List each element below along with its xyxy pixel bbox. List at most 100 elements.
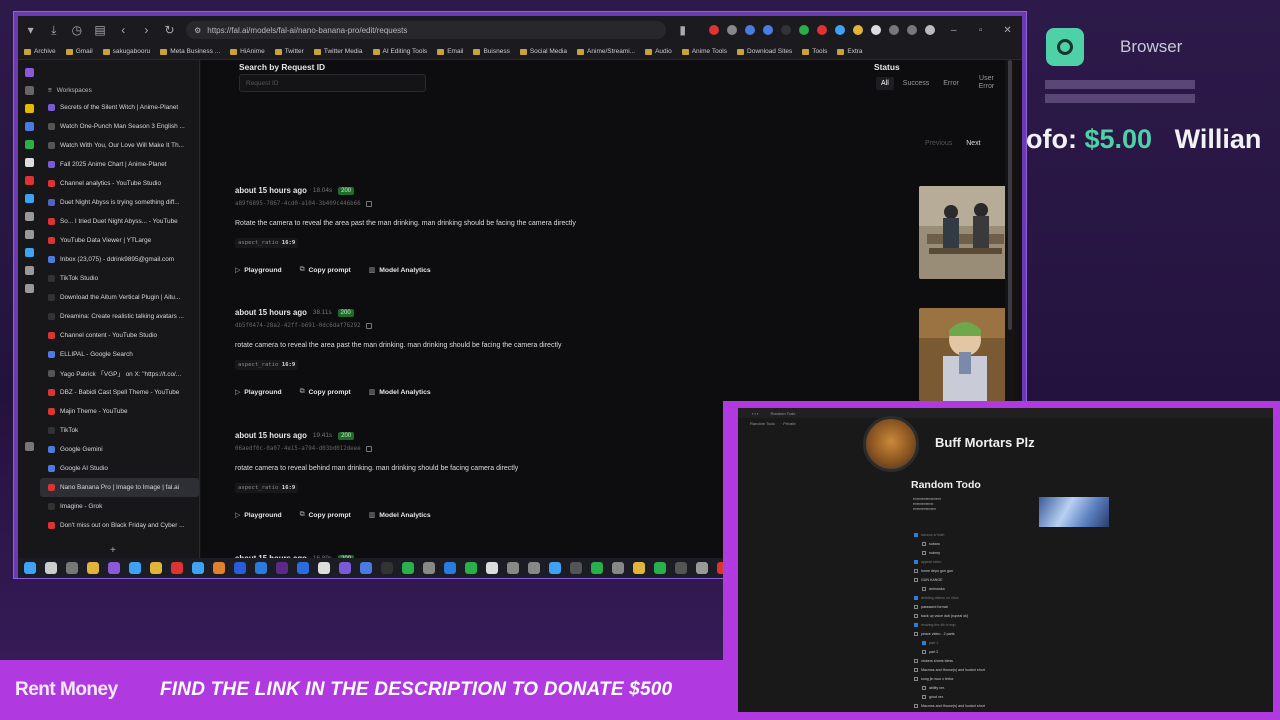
taskbar-app-icon[interactable] <box>528 562 540 574</box>
app-icon[interactable] <box>24 284 34 293</box>
copy-icon[interactable] <box>365 446 372 452</box>
next-button[interactable]: Next <box>966 140 980 147</box>
history-icon[interactable]: ◷ <box>70 23 83 37</box>
taskbar-app-icon[interactable] <box>66 562 78 574</box>
browser-menu-icon[interactable]: ▾ <box>24 23 37 37</box>
playground-button[interactable]: ▷ Playground <box>235 511 282 520</box>
settings-gear-icon[interactable] <box>24 442 34 451</box>
taskbar-app-icon[interactable] <box>129 562 141 574</box>
app-icon[interactable] <box>24 68 34 77</box>
todo-item[interactable]: GUN KANGE <box>914 575 985 584</box>
checkbox[interactable] <box>922 694 926 699</box>
checkbox[interactable] <box>914 532 918 537</box>
bookmark-item[interactable]: Meta Business ... <box>160 48 220 55</box>
extensions-puzzle-icon[interactable] <box>889 25 900 35</box>
taskbar-app-icon[interactable] <box>633 562 645 574</box>
checkbox[interactable] <box>914 703 918 708</box>
forward-button[interactable]: › <box>140 23 153 37</box>
back-button[interactable]: ‹ <box>117 23 130 37</box>
close-button[interactable]: ✕ <box>999 25 1016 36</box>
taskbar-app-icon[interactable] <box>108 562 120 574</box>
status-option[interactable]: User Error <box>968 72 1005 94</box>
bookmark-item[interactable]: Anime/Streami... <box>577 48 635 55</box>
playground-button[interactable]: ▷ Playground <box>235 266 282 275</box>
sidebar-tab[interactable]: Download the Aitum Vertical Plugin | Ait… <box>40 288 199 307</box>
bookmark-item[interactable]: Extra <box>837 48 863 55</box>
todo-item[interactable]: reviving the 4th trump <box>914 620 985 629</box>
sidebar-tab[interactable]: Imagine - Grok <box>40 497 199 516</box>
checkbox[interactable] <box>922 586 926 591</box>
bookmark-item[interactable]: sakugabooru <box>102 48 150 55</box>
taskbar-app-icon[interactable] <box>507 562 519 574</box>
sidebar-tab[interactable]: Watch With You, Our Love Will Make It Th… <box>40 136 199 155</box>
taskbar-app-icon[interactable] <box>297 562 309 574</box>
bookmark-item[interactable]: AI Editing Tools <box>372 48 427 55</box>
todo-item[interactable]: password format <box>914 602 985 611</box>
sidebar-tab[interactable]: Watch One-Punch Man Season 3 English ... <box>40 117 199 136</box>
sidebar-tab[interactable]: Google AI Studio <box>40 459 199 478</box>
checkbox[interactable] <box>922 550 926 555</box>
model-analytics-button[interactable]: ▥ Model Analytics <box>369 388 431 397</box>
status-option[interactable]: All <box>876 76 894 90</box>
taskbar-app-icon[interactable] <box>381 562 393 574</box>
extension-icon[interactable] <box>871 25 882 35</box>
taskbar-app-icon[interactable] <box>591 562 603 574</box>
copy-prompt-button[interactable]: ⧉ Copy prompt <box>300 266 351 274</box>
previous-button[interactable]: Previous <box>925 140 952 147</box>
profile-avatar[interactable] <box>925 25 936 35</box>
taskbar-app-icon[interactable] <box>360 562 372 574</box>
todo-item[interactable]: ability ver. <box>914 683 985 692</box>
sidebar-toggle-icon[interactable]: ▤ <box>93 23 106 37</box>
todo-item[interactable]: animanka <box>914 584 985 593</box>
checkbox[interactable] <box>914 676 918 681</box>
checkbox[interactable] <box>914 595 918 600</box>
app-icon[interactable] <box>24 86 34 95</box>
taskbar-app-icon[interactable] <box>465 562 477 574</box>
checkbox[interactable] <box>914 568 918 573</box>
bookmark-item[interactable]: Gmail <box>65 48 93 55</box>
app-icon[interactable] <box>24 140 34 149</box>
todo-item[interactable]: vtubers shorts bless <box>914 656 985 665</box>
taskbar-app-icon[interactable] <box>255 562 267 574</box>
todo-item[interactable]: sung jin woo x tinfox <box>914 674 985 683</box>
address-bar[interactable]: ⚙ https://fal.ai/models/fal-ai/nano-bana… <box>186 21 667 39</box>
workspaces-header[interactable]: ≡ Workspaces <box>40 82 199 98</box>
taskbar-app-icon[interactable] <box>213 562 225 574</box>
todo-item[interactable]: Macross and House(s) and Isodori short <box>914 701 985 710</box>
status-option[interactable]: Success <box>898 77 934 90</box>
taskbar-app-icon[interactable] <box>171 562 183 574</box>
sidebar-tab[interactable]: TikTok <box>40 421 199 440</box>
extension-icon[interactable] <box>817 25 828 35</box>
model-analytics-button[interactable]: ▥ Model Analytics <box>369 511 431 520</box>
todo-item[interactable]: home depo gun gun <box>914 566 985 575</box>
sidebar-tab[interactable]: Fall 2025 Anime Chart | Anime-Planet <box>40 155 199 174</box>
bookmark-item[interactable]: Download Sites <box>737 48 792 55</box>
extension-icon[interactable] <box>799 25 810 35</box>
model-analytics-button[interactable]: ▥ Model Analytics <box>369 266 431 275</box>
bookmark-item[interactable]: Buisness <box>473 48 510 55</box>
taskbar-app-icon[interactable] <box>318 562 330 574</box>
download-icon[interactable]: ⤓ <box>47 23 60 38</box>
taskbar-app-icon[interactable] <box>423 562 435 574</box>
todo-item[interactable]: lazurus tv both <box>914 530 985 539</box>
bookmark-item[interactable]: HiAnime <box>230 48 265 55</box>
sidebar-tab[interactable]: So... I tried Duet Night Abyss... - YouT… <box>40 212 199 231</box>
reload-button[interactable]: ↻ <box>163 23 176 37</box>
taskbar-app-icon[interactable] <box>24 562 36 574</box>
request-id-input[interactable]: Request ID <box>239 74 426 92</box>
app-icon[interactable] <box>24 104 34 113</box>
youtube-embed[interactable]: ▪▪▪▪▪▪▪▪▪▪▪▪▪▪▪▪▪▪▪▪▪▪ ▪▪▪▪▪▪▪▪▪▪▪▪▪▪▪▪ ▪▪… <box>913 497 1113 527</box>
copy-prompt-button[interactable]: ⧉ Copy prompt <box>300 388 351 396</box>
bookmark-item[interactable]: Tools <box>802 48 827 55</box>
todo-item[interactable]: part 1 <box>914 638 985 647</box>
sidebar-tab[interactable]: Majin Theme - YouTube <box>40 402 199 421</box>
taskbar-app-icon[interactable] <box>87 562 99 574</box>
taskbar-app-icon[interactable] <box>612 562 624 574</box>
taskbar-app-icon[interactable] <box>444 562 456 574</box>
sidebar-tab[interactable]: Inbox (23,075) - ddrink9895@gmail.com <box>40 250 199 269</box>
todo-item[interactable]: back up voice dub (rupeal ok) <box>914 611 985 620</box>
extension-icon[interactable] <box>745 25 756 35</box>
new-tab-button[interactable]: + <box>110 545 116 556</box>
taskbar-app-icon[interactable] <box>276 562 288 574</box>
taskbar-app-icon[interactable] <box>654 562 666 574</box>
